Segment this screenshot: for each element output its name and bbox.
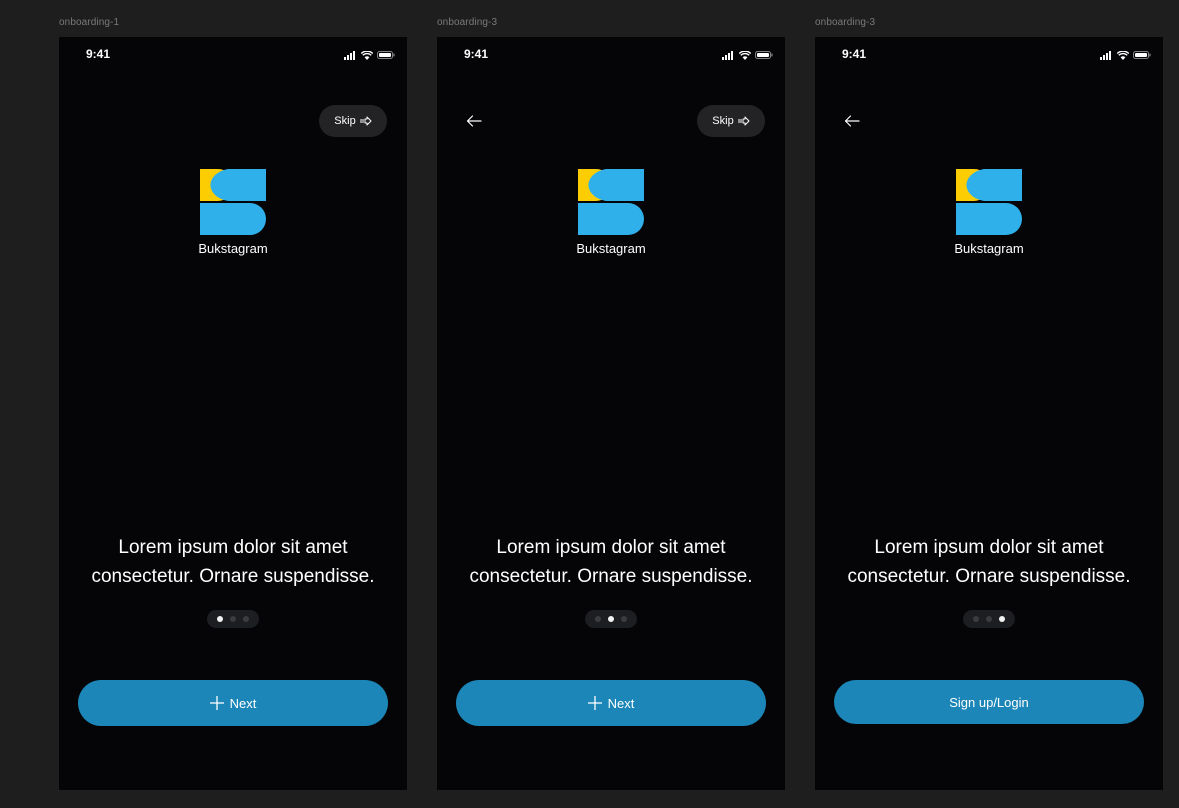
status-icons (1100, 50, 1151, 60)
signup-login-button[interactable]: Sign up/Login (834, 680, 1144, 724)
tagline-line-2: consectetur. Ornare suspendisse. (847, 566, 1131, 587)
signal-icon (1100, 50, 1111, 60)
page-indicator (585, 610, 637, 628)
plus-icon (587, 696, 602, 710)
skip-button[interactable]: Skip (697, 105, 765, 137)
frame-label: onboarding-1 (59, 17, 120, 28)
tagline-line-1: Lorem ipsum dolor sit amet (874, 537, 1104, 558)
page-dot[interactable] (608, 616, 614, 622)
app-name: Bukstagram (198, 241, 268, 256)
battery-icon (755, 51, 773, 59)
skip-arrow-icon (360, 116, 372, 126)
onboarding-tagline: Lorem ipsum dolor sit amet consectetur. … (59, 533, 407, 591)
signal-icon (722, 50, 733, 60)
page-dot[interactable] (621, 616, 627, 622)
bukstagram-logo (578, 169, 644, 235)
app-name: Bukstagram (954, 241, 1024, 256)
skip-label: Skip (712, 115, 734, 127)
battery-icon (1133, 51, 1151, 59)
status-icons (722, 50, 773, 60)
frame-label: onboarding-3 (437, 17, 498, 28)
back-button[interactable] (839, 110, 865, 132)
next-button[interactable]: Next (78, 680, 388, 726)
phone-screen: 9:41 Skip Bukstagram Lorem ipsum dolor s… (59, 37, 407, 790)
skip-button[interactable]: Skip (319, 105, 387, 137)
page-dot[interactable] (999, 616, 1005, 622)
tagline-line-1: Lorem ipsum dolor sit amet (118, 537, 348, 558)
arrow-left-icon (466, 115, 482, 127)
battery-icon (377, 51, 395, 59)
signal-icon (344, 50, 355, 60)
bukstagram-logo (956, 169, 1022, 235)
phone-screen: 9:41 Skip Bukstagram Lorem ipsum dolor s… (437, 37, 785, 790)
status-time: 9:41 (842, 47, 867, 61)
onboarding-tagline: Lorem ipsum dolor sit amet consectetur. … (437, 533, 785, 591)
tagline-line-1: Lorem ipsum dolor sit amet (496, 537, 726, 558)
page-dot[interactable] (217, 616, 223, 622)
page-indicator (963, 610, 1015, 628)
frame-onboarding-2: onboarding-3 9:41 Skip Bukstagram Lorem … (437, 16, 785, 790)
next-button-label: Next (229, 695, 257, 711)
page-dot[interactable] (243, 616, 249, 622)
wifi-icon (1117, 50, 1129, 60)
skip-arrow-icon (738, 116, 750, 126)
page-dot[interactable] (973, 616, 979, 622)
phone-screen: 9:41 Bukstagram Lorem ipsum dolor sit am… (815, 37, 1163, 790)
page-dot[interactable] (595, 616, 601, 622)
wifi-icon (739, 50, 751, 60)
skip-label: Skip (334, 115, 356, 127)
page-indicator (207, 610, 259, 628)
next-button-label: Next (607, 695, 635, 711)
next-button[interactable]: Next (456, 680, 766, 726)
app-name: Bukstagram (576, 241, 646, 256)
plus-icon (209, 696, 224, 710)
wifi-icon (361, 50, 373, 60)
status-time: 9:41 (464, 47, 489, 61)
page-dot[interactable] (986, 616, 992, 622)
page-dot[interactable] (230, 616, 236, 622)
frame-onboarding-1: onboarding-1 9:41 Skip Bukstagram Lorem … (59, 16, 407, 790)
status-icons (344, 50, 395, 60)
onboarding-tagline: Lorem ipsum dolor sit amet consectetur. … (815, 533, 1163, 591)
status-time: 9:41 (86, 47, 111, 61)
bukstagram-logo (200, 169, 266, 235)
frame-onboarding-3: onboarding-3 9:41 Bukstagram Lorem ipsum… (815, 16, 1163, 790)
signup-login-label: Sign up/Login (949, 694, 1029, 710)
tagline-line-2: consectetur. Ornare suspendisse. (469, 566, 753, 587)
arrow-left-icon (844, 115, 860, 127)
back-button[interactable] (461, 110, 487, 132)
tagline-line-2: consectetur. Ornare suspendisse. (91, 566, 375, 587)
frame-label: onboarding-3 (815, 17, 876, 28)
